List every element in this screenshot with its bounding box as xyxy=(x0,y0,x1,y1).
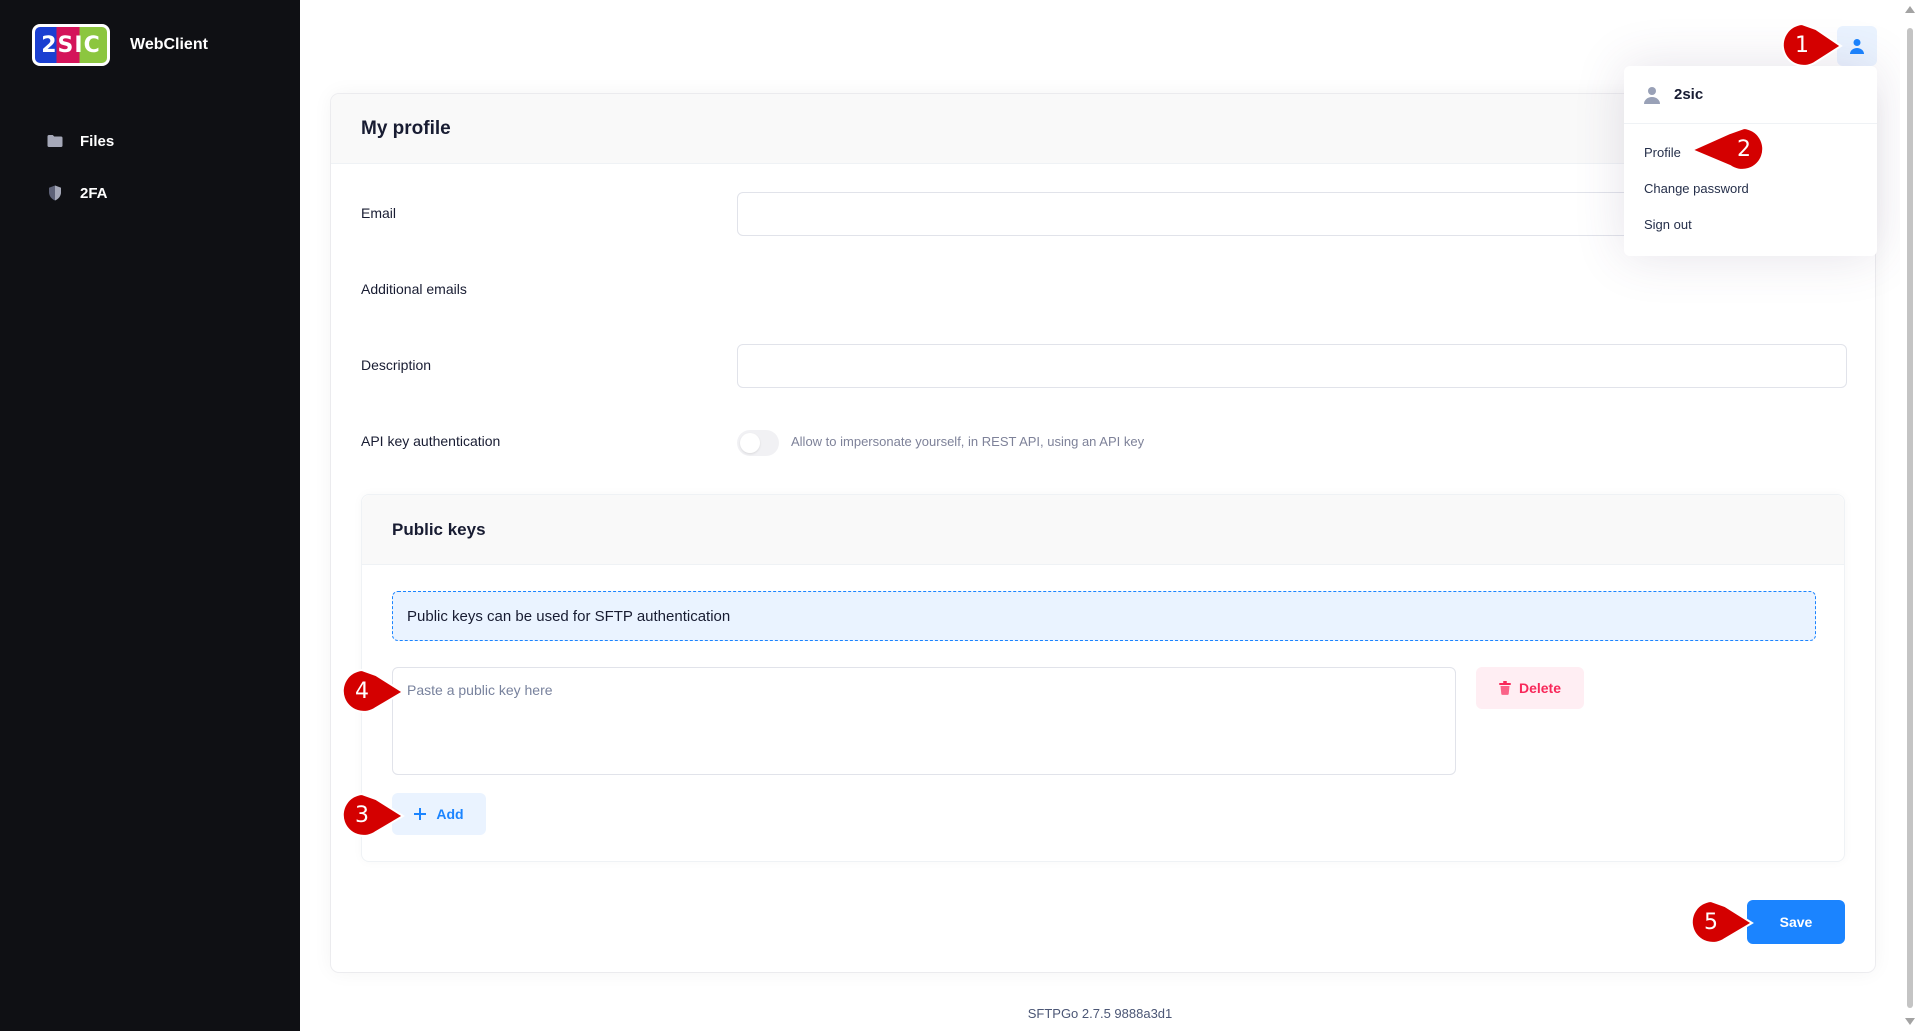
public-keys-title: Public keys xyxy=(392,519,486,539)
additional-emails-row: Additional emails xyxy=(361,268,1845,312)
callout-2: 2 xyxy=(1689,126,1770,172)
brand-logo: 2SIC xyxy=(32,24,110,66)
scroll-up-arrow[interactable] xyxy=(1905,6,1915,13)
callout-1: 1 xyxy=(1779,22,1869,68)
dropdown-user-header: 2sic xyxy=(1624,66,1877,124)
scroll-thumb[interactable] xyxy=(1907,28,1913,1008)
callout-5-number: 5 xyxy=(1704,909,1718,935)
menu-item-sign-out[interactable]: Sign out xyxy=(1624,206,1877,242)
trash-icon xyxy=(1498,681,1511,695)
delete-key-label: Delete xyxy=(1518,680,1562,696)
sidebar-item-label: Files xyxy=(80,132,115,150)
page-scrollbar[interactable] xyxy=(1900,0,1920,1031)
description-field[interactable] xyxy=(737,344,1847,388)
callout-3: 3 xyxy=(339,792,429,838)
email-row: Email xyxy=(361,192,1847,236)
callout-2-number: 2 xyxy=(1737,136,1751,162)
callout-1-number: 1 xyxy=(1795,32,1809,58)
email-label: Email xyxy=(361,205,397,221)
menu-item-change-password[interactable]: Change password xyxy=(1624,170,1877,206)
sidebar: 2SIC WebClient Files 2FA xyxy=(0,0,300,1031)
dropdown-username: 2sic xyxy=(1674,86,1704,103)
sidebar-nav: Files 2FA xyxy=(46,128,114,232)
sidebar-item-2fa[interactable]: 2FA xyxy=(46,180,114,206)
public-keys-header: Public keys xyxy=(362,495,1844,565)
user-avatar-icon xyxy=(1644,86,1660,104)
sidebar-item-files[interactable]: Files xyxy=(46,128,114,154)
public-keys-card: Public keys Public keys can be used for … xyxy=(361,494,1845,862)
sidebar-item-label: 2FA xyxy=(80,184,108,202)
api-key-row: API key authentication Allow to imperson… xyxy=(361,420,1845,464)
folder-icon xyxy=(47,135,63,147)
delete-key-button[interactable]: Delete xyxy=(1476,667,1584,709)
public-keys-notice: Public keys can be used for SFTP authent… xyxy=(392,591,1816,641)
api-key-hint: Allow to impersonate yourself, in REST A… xyxy=(791,434,1145,449)
callout-3-number: 3 xyxy=(355,802,369,828)
callout-5: 5 xyxy=(1688,899,1778,945)
page-title: My profile xyxy=(361,117,451,139)
public-key-input[interactable] xyxy=(392,667,1456,775)
brand-logo-text: 2SIC xyxy=(35,27,107,63)
main-content: My profile Email Additional emails Descr… xyxy=(300,0,1900,1031)
footer-version: SFTPGo 2.7.5 9888a3d1 xyxy=(1027,1006,1173,1021)
api-key-toggle[interactable] xyxy=(737,430,779,456)
brand[interactable]: 2SIC WebClient xyxy=(32,24,208,66)
brand-title: WebClient xyxy=(130,36,208,53)
shield-icon xyxy=(49,185,61,201)
description-label: Description xyxy=(361,357,432,373)
description-row: Description xyxy=(361,344,1847,388)
callout-4-number: 4 xyxy=(355,678,369,704)
callout-4: 4 xyxy=(339,668,429,714)
add-key-label: Add xyxy=(436,806,464,822)
api-key-label: API key authentication xyxy=(361,433,501,449)
scroll-down-arrow[interactable] xyxy=(1905,1018,1915,1025)
additional-emails-label: Additional emails xyxy=(361,281,467,297)
